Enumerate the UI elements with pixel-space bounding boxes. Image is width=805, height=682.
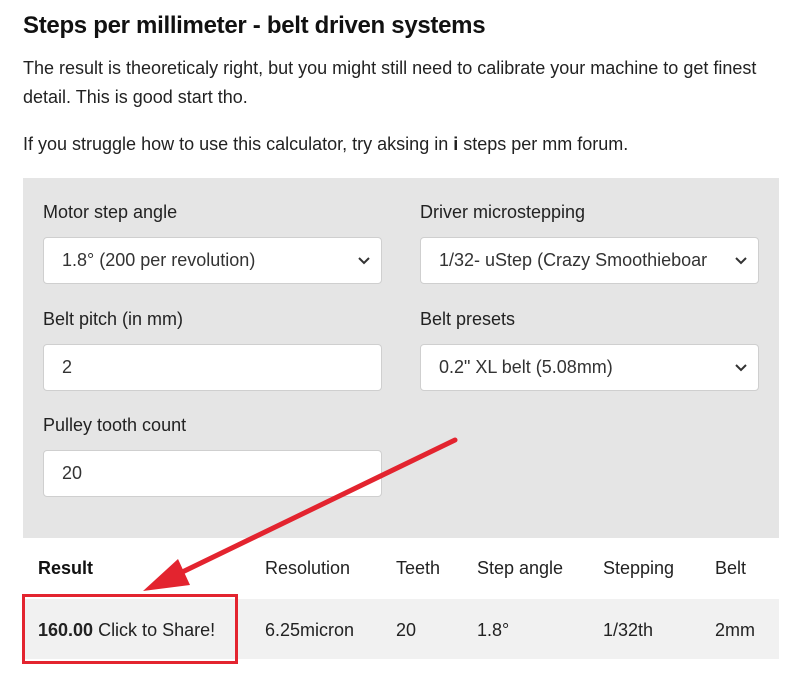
pulley-tooth-count-value: 20 [62,463,83,483]
results-header-row: Result Resolution Teeth Step angle Stepp… [23,538,779,599]
help-prefix: If you struggle how to use this calculat… [23,134,454,154]
belt-presets-label: Belt presets [420,309,516,329]
calculator-panel: Motor step angle 1.8° (200 per revolutio… [23,178,779,538]
highlight-box [22,594,238,664]
driver-microstepping-select[interactable]: 1/32- uStep (Crazy Smoothieboar [420,237,759,284]
driver-microstepping-label: Driver microstepping [420,202,586,222]
header-stepping: Stepping [603,558,675,578]
stepping-value: 1/32th [603,620,654,640]
resolution-value: 6.25micron [265,620,355,640]
motor-step-angle-value: 1.8° (200 per revolution) [62,250,256,270]
teeth-value: 20 [396,620,417,640]
intro-text: The result is theoreticaly right, but yo… [23,58,757,107]
help-text: If you struggle how to use this calculat… [23,130,628,158]
chevron-down-icon [735,257,747,265]
belt-pitch-label: Belt pitch (in mm) [43,309,184,329]
belt-value: 2mm [715,620,755,640]
belt-pitch-input[interactable]: 2 [43,344,382,391]
header-result: Result [38,558,94,578]
belt-presets-select[interactable]: 0.2" XL belt (5.08mm) [420,344,759,391]
help-suffix: steps per mm forum. [458,134,629,154]
chevron-down-icon [358,257,370,265]
pulley-tooth-count-label: Pulley tooth count [43,415,187,435]
header-step-angle: Step angle [477,558,564,578]
belt-presets-value: 0.2" XL belt (5.08mm) [439,357,613,377]
belt-pitch-value: 2 [62,357,73,377]
page-title: Steps per millimeter - belt driven syste… [23,12,486,39]
pulley-tooth-count-input[interactable]: 20 [43,450,382,497]
motor-step-angle-select[interactable]: 1.8° (200 per revolution) [43,237,382,284]
header-belt: Belt [715,558,747,578]
header-resolution: Resolution [265,558,351,578]
chevron-down-icon [735,364,747,372]
driver-microstepping-value: 1/32- uStep (Crazy Smoothieboar [439,250,708,270]
motor-step-angle-label: Motor step angle [43,202,178,222]
step-angle-value: 1.8° [477,620,510,640]
header-teeth: Teeth [396,558,441,578]
